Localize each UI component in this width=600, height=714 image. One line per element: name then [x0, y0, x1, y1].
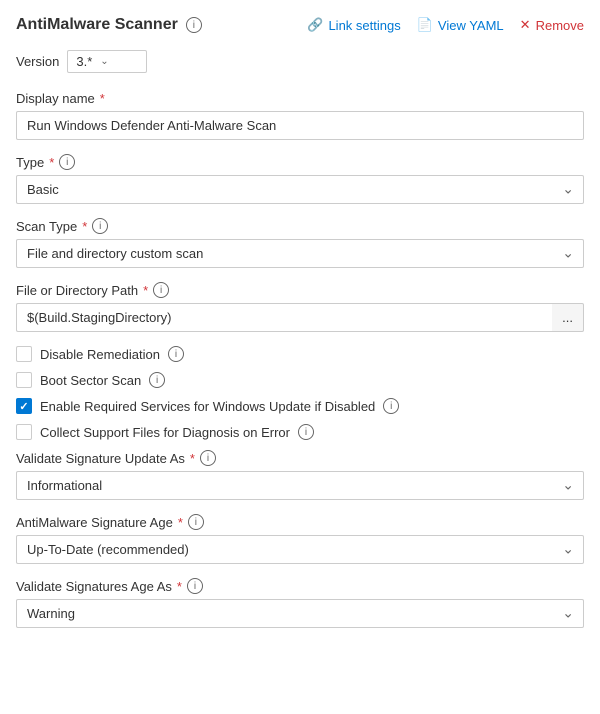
type-required: *	[49, 155, 54, 170]
enable-required-services-label: Enable Required Services for Windows Upd…	[40, 399, 375, 414]
disable-remediation-row: Disable Remediation i	[16, 346, 584, 362]
boot-sector-scan-info-icon[interactable]: i	[149, 372, 165, 388]
display-name-label-row: Display name *	[16, 91, 584, 106]
scan-type-group: Scan Type * i File and directory custom …	[16, 218, 584, 268]
scan-type-required: *	[82, 219, 87, 234]
file-path-group: File or Directory Path * i ...	[16, 282, 584, 332]
validate-signatures-age-select-wrapper: Warning	[16, 599, 584, 628]
type-info-icon[interactable]: i	[59, 154, 75, 170]
link-icon: 🔗	[307, 17, 323, 33]
version-select[interactable]: 3.* ⌄	[67, 50, 147, 73]
display-name-label: Display name	[16, 91, 95, 106]
signature-age-info-icon[interactable]: i	[188, 514, 204, 530]
view-yaml-label: View YAML	[438, 18, 504, 33]
scan-type-label-row: Scan Type * i	[16, 218, 584, 234]
scan-type-info-icon[interactable]: i	[92, 218, 108, 234]
header-info-icon[interactable]: i	[186, 17, 202, 33]
validate-signatures-age-select[interactable]: Warning	[16, 599, 584, 628]
type-label: Type	[16, 155, 44, 170]
disable-remediation-info-icon[interactable]: i	[168, 346, 184, 362]
validate-signature-select-wrapper: Informational	[16, 471, 584, 500]
validate-signature-label: Validate Signature Update As	[16, 451, 185, 466]
view-yaml-button[interactable]: 📄 View YAML	[417, 17, 504, 33]
remove-button[interactable]: ✕ Remove	[520, 17, 584, 33]
validate-signatures-age-info-icon[interactable]: i	[187, 578, 203, 594]
version-chevron-icon: ⌄	[100, 56, 108, 67]
link-settings-button[interactable]: 🔗 Link settings	[307, 17, 400, 33]
type-label-row: Type * i	[16, 154, 584, 170]
type-select[interactable]: Basic	[16, 175, 584, 204]
validate-signature-label-row: Validate Signature Update As * i	[16, 450, 584, 466]
signature-age-required: *	[178, 515, 183, 530]
version-value: 3.*	[76, 54, 92, 69]
boot-sector-scan-label: Boot Sector Scan	[40, 373, 141, 388]
link-settings-label: Link settings	[328, 18, 400, 33]
file-path-browse-button[interactable]: ...	[552, 303, 584, 332]
disable-remediation-checkbox[interactable]	[16, 346, 32, 362]
signature-age-label-row: AntiMalware Signature Age * i	[16, 514, 584, 530]
collect-support-files-checkbox[interactable]	[16, 424, 32, 440]
validate-signature-info-icon[interactable]: i	[200, 450, 216, 466]
type-select-wrapper: Basic	[16, 175, 584, 204]
header: AntiMalware Scanner i 🔗 Link settings 📄 …	[16, 16, 584, 34]
scan-type-select-wrapper: File and directory custom scan	[16, 239, 584, 268]
signature-age-label: AntiMalware Signature Age	[16, 515, 173, 530]
display-name-required: *	[100, 91, 105, 106]
header-left: AntiMalware Scanner i	[16, 16, 202, 34]
yaml-icon: 📄	[417, 17, 433, 33]
disable-remediation-label: Disable Remediation	[40, 347, 160, 362]
remove-icon: ✕	[520, 17, 531, 33]
collect-support-files-label: Collect Support Files for Diagnosis on E…	[40, 425, 290, 440]
ellipsis-label: ...	[562, 310, 573, 325]
validate-signatures-age-group: Validate Signatures Age As * i Warning	[16, 578, 584, 628]
display-name-group: Display name *	[16, 91, 584, 140]
validate-signature-select[interactable]: Informational	[16, 471, 584, 500]
file-path-info-icon[interactable]: i	[153, 282, 169, 298]
file-path-required: *	[143, 283, 148, 298]
boot-sector-scan-checkbox[interactable]	[16, 372, 32, 388]
signature-age-group: AntiMalware Signature Age * i Up-To-Date…	[16, 514, 584, 564]
validate-signature-required: *	[190, 451, 195, 466]
file-path-input-group: ...	[16, 303, 584, 332]
boot-sector-scan-row: Boot Sector Scan i	[16, 372, 584, 388]
validate-signatures-age-required: *	[177, 579, 182, 594]
signature-age-select[interactable]: Up-To-Date (recommended)	[16, 535, 584, 564]
scan-type-label: Scan Type	[16, 219, 77, 234]
validate-signature-group: Validate Signature Update As * i Informa…	[16, 450, 584, 500]
display-name-input[interactable]	[16, 111, 584, 140]
enable-required-services-info-icon[interactable]: i	[383, 398, 399, 414]
signature-age-select-wrapper: Up-To-Date (recommended)	[16, 535, 584, 564]
enable-required-services-row: Enable Required Services for Windows Upd…	[16, 398, 584, 414]
file-path-label: File or Directory Path	[16, 283, 138, 298]
file-path-label-row: File or Directory Path * i	[16, 282, 584, 298]
enable-required-services-checkbox[interactable]	[16, 398, 32, 414]
collect-support-files-row: Collect Support Files for Diagnosis on E…	[16, 424, 584, 440]
remove-label: Remove	[536, 18, 584, 33]
file-path-input[interactable]	[16, 303, 552, 332]
version-row: Version 3.* ⌄	[16, 50, 584, 73]
scan-type-select[interactable]: File and directory custom scan	[16, 239, 584, 268]
type-group: Type * i Basic	[16, 154, 584, 204]
validate-signatures-age-label: Validate Signatures Age As	[16, 579, 172, 594]
collect-support-files-info-icon[interactable]: i	[298, 424, 314, 440]
version-label: Version	[16, 54, 59, 69]
validate-signatures-age-label-row: Validate Signatures Age As * i	[16, 578, 584, 594]
page-title: AntiMalware Scanner	[16, 16, 178, 34]
header-actions: 🔗 Link settings 📄 View YAML ✕ Remove	[307, 17, 584, 33]
page-container: AntiMalware Scanner i 🔗 Link settings 📄 …	[0, 0, 600, 662]
